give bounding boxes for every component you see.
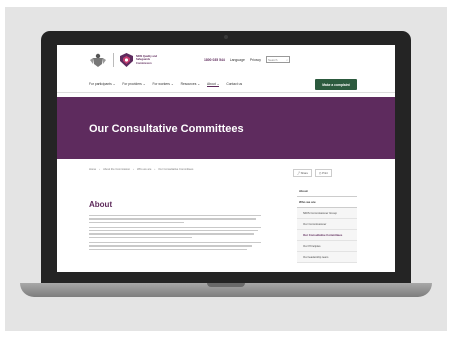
sidebar-item-commissioner-group[interactable]: NDIS Commissioner Group	[297, 208, 357, 219]
logo-divider	[113, 53, 114, 67]
webcam-icon	[224, 35, 228, 39]
main-navigation: For participants ⌄ For providers ⌄ For w…	[57, 79, 395, 93]
share-label: Share	[300, 171, 309, 175]
coat-of-arms-icon	[90, 53, 106, 67]
nav-item-about[interactable]: About ⌄	[207, 82, 220, 87]
section-heading: About	[89, 200, 113, 209]
share-button[interactable]: ⤴ Share	[293, 169, 313, 177]
breadcrumb-who-we-are[interactable]: Who we are	[137, 168, 151, 171]
sidebar-item-leadership[interactable]: Our leadership team	[297, 252, 357, 263]
paragraph	[89, 226, 261, 239]
paragraph	[89, 242, 261, 250]
page-title: Our Consultative Committees	[89, 123, 244, 135]
breadcrumb-current: Our Consultative Committees	[158, 168, 194, 171]
breadcrumb-home[interactable]: Home	[89, 168, 96, 171]
make-complaint-button[interactable]: Make a complaint	[315, 79, 357, 90]
trackpad-notch	[207, 283, 245, 287]
language-link[interactable]: Language	[230, 58, 245, 62]
sidebar-subsection[interactable]: Who we are	[297, 197, 357, 208]
privacy-link[interactable]: Privacy	[250, 58, 261, 62]
nav-item-providers[interactable]: For providers ⌄	[122, 82, 145, 87]
print-button[interactable]: ⎙ Print	[315, 169, 332, 177]
sidebar-item-consultative-committees[interactable]: Our Consultative Committees	[297, 230, 357, 241]
nav-item-participants[interactable]: For participants ⌄	[89, 82, 115, 87]
sidebar-section[interactable]: About	[297, 186, 357, 197]
main-content: About	[89, 200, 261, 254]
share-tools: ⤴ Share ⎙ Print	[293, 169, 332, 177]
sidebar-item-commissioner[interactable]: Our Commissioner	[297, 219, 357, 230]
search-input[interactable]: Search ⌕	[265, 56, 290, 63]
nav-item-contact[interactable]: Contact us	[226, 82, 242, 87]
breadcrumb: Home › About the Commission › Who we are › …	[89, 168, 194, 171]
phone-link[interactable]: 1800 035 544	[204, 58, 225, 62]
nav-item-resources[interactable]: Resources ⌄	[181, 82, 200, 87]
search-icon[interactable]: ⌕	[286, 58, 288, 62]
section-sidebar: About Who we are NDIS Commissioner Group…	[297, 186, 357, 263]
search-placeholder: Search	[267, 57, 278, 62]
sidebar-item-principles[interactable]: Our Principles	[297, 241, 357, 252]
ndis-commission-logo-icon	[120, 53, 133, 67]
laptop-base	[20, 283, 432, 297]
breadcrumb-about-commission[interactable]: About the Commission	[103, 168, 130, 171]
logo-group[interactable]: NDIS Quality and Safeguards Commission	[89, 52, 162, 68]
header-tools: 1800 035 544 Language Privacy Search ⌕	[204, 56, 290, 63]
nav-item-workers[interactable]: For workers ⌄	[153, 82, 174, 87]
hero-banner: Our Consultative Committees	[57, 97, 395, 159]
commission-name: NDIS Quality and Safeguards Commission	[136, 55, 158, 65]
laptop-screen: NDIS Quality and Safeguards Commission 1…	[57, 45, 395, 272]
paragraph	[89, 215, 261, 223]
print-label: Print	[322, 171, 328, 175]
site-header: NDIS Quality and Safeguards Commission 1…	[57, 45, 395, 75]
